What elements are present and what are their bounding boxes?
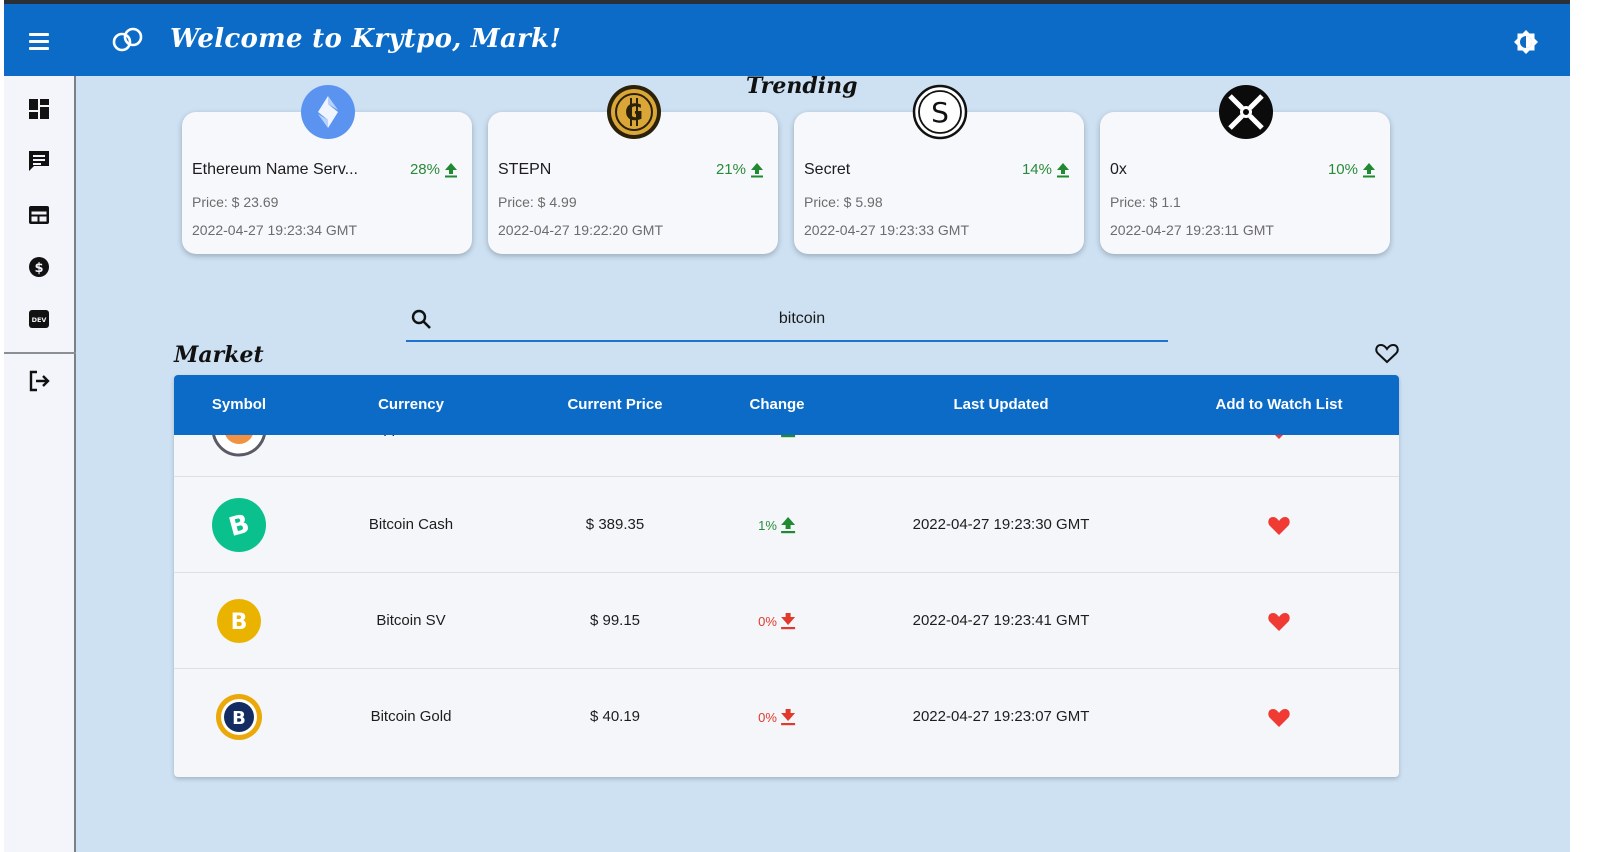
heart-outline-icon[interactable] [1374,341,1400,365]
change-value: 1% [758,435,796,477]
card-time: 2022-04-27 19:23:34 GMT [192,222,357,238]
change-value: 0% [758,573,796,669]
sidebar-divider [4,352,76,354]
arrow-up-icon [780,517,795,534]
card-price: Price: $ 4.99 [498,194,577,210]
table-row[interactable]: B Bitcoin SV $ 99.15 0% 2022-04-27 19:23… [174,573,1399,669]
trending-card[interactable]: 0x 10% Price: $ 1.1 2022-04-27 19:23:11 … [1100,85,1390,254]
table-row[interactable]: B Bitcoin Gold $ 40.19 0% 2022-04-27 19:… [174,669,1399,765]
heart-icon[interactable] [1267,514,1291,536]
table-row[interactable]: B Wrapped Bitcoin $ 49729 1% 2022-04-27 … [174,435,1399,477]
trending-card[interactable]: G STEPN 21% Price: $ 4.99 2022-04-27 19:… [488,85,778,254]
trending-title: Trending [746,73,858,99]
current-price: $ 389.35 [585,516,645,533]
card-price: Price: $ 5.98 [804,194,883,210]
column-header-currency[interactable]: Currency [378,375,444,435]
current-price: $ 40.19 [589,708,641,725]
zrx-icon [1219,85,1273,139]
table-header: Symbol Currency Current Price Change Las… [174,375,1399,435]
arrow-up-icon [780,435,795,438]
currency-name: Bitcoin Gold [370,708,452,725]
svg-text:S: S [931,96,949,129]
app-bar: Welcome to Krytpo, Mark! [4,4,1570,76]
table-body: B Wrapped Bitcoin $ 49729 1% 2022-04-27 … [174,435,1399,777]
currency-name: Bitcoin SV [376,612,446,629]
arrow-up-icon [1057,162,1069,177]
svg-text:B: B [231,610,248,635]
svg-text:DEV: DEV [32,316,47,324]
arrow-up-icon [445,162,457,177]
column-header-symbol[interactable]: Symbol [212,375,266,435]
secret-icon: S [912,84,968,140]
column-header-price[interactable]: Current Price [567,375,662,435]
card-coin-name: Secret [804,161,851,178]
arrow-up-icon [1363,162,1375,177]
menu-icon[interactable] [26,28,54,54]
market-table: Symbol Currency Current Price Change Las… [174,375,1399,777]
card-coin-name: 0x [1110,161,1127,178]
card-time: 2022-04-27 19:22:20 GMT [498,222,663,238]
heart-icon[interactable] [1267,706,1291,728]
card-time: 2022-04-27 19:23:11 GMT [1110,222,1274,238]
card-price: Price: $ 23.69 [192,194,279,210]
card-change: 14% [1022,161,1070,178]
column-header-updated[interactable]: Last Updated [953,375,1048,435]
logo-icon [112,27,143,52]
svg-text:$: $ [34,261,43,276]
svg-text:G: G [625,101,643,126]
card-time: 2022-04-27 19:23:33 GMT [804,222,969,238]
last-updated: 2022-04-27 19:23:41 GMT [912,612,1090,629]
wbtc-icon: B [212,435,266,457]
card-price: Price: $ 1.1 [1110,194,1181,210]
sidebar: $ DEV [4,76,76,852]
card-change: 21% [716,161,764,178]
change-value: 0% [758,669,796,765]
arrow-down-icon [780,613,795,630]
heart-icon[interactable] [1267,610,1291,632]
table-row[interactable]: B Bitcoin Cash $ 389.35 1% 2022-04-27 19… [174,477,1399,573]
app-frame: Welcome to Krytpo, Mark! $ DEV Trending … [4,0,1570,852]
search-input[interactable] [442,304,1162,334]
trending-card[interactable]: Ethereum Name Serv... 28% Price: $ 23.69… [182,85,472,254]
dashboard-icon[interactable] [26,96,52,122]
bch-icon: B [212,498,266,552]
currency-name: Wrapped Bitcoin [356,435,466,477]
svg-text:B: B [232,708,246,729]
currency-name: Bitcoin Cash [368,516,454,533]
current-price: $ 49729 [588,435,642,477]
change-value: 1% [758,477,796,573]
bsv-icon: B [217,599,261,643]
card-change: 10% [1328,161,1376,178]
table-layout-icon[interactable] [26,202,52,228]
btg-icon: B [216,694,262,740]
search-bar [406,298,1168,342]
last-updated: 2022-04-27 19:23:30 GMT [912,516,1090,533]
search-icon[interactable] [410,308,432,330]
chat-icon[interactable] [26,148,52,174]
arrow-up-icon [751,162,763,177]
theme-toggle-icon[interactable] [1512,28,1540,56]
ens-icon [301,85,355,139]
dev-badge-icon[interactable]: DEV [26,306,52,332]
card-coin-name: Ethereum Name Serv... [192,161,358,178]
last-updated: 2022-04-27 19:22:54 GMT [913,435,1090,477]
card-change: 28% [410,161,458,178]
stepn-icon: G [607,85,661,139]
current-price: $ 99.15 [589,612,641,629]
last-updated: 2022-04-27 19:23:07 GMT [912,708,1090,725]
app-title: Welcome to Krytpo, Mark! [170,24,562,54]
column-header-change[interactable]: Change [749,375,804,435]
market-title: Market [174,342,264,368]
heart-icon[interactable] [1267,435,1291,440]
logout-icon[interactable] [26,368,52,394]
arrow-down-icon [780,709,795,726]
currency-icon[interactable]: $ [26,254,52,280]
trending-card[interactable]: S Secret 14% Price: $ 5.98 2022-04-27 19… [794,84,1084,254]
column-header-watchlist[interactable]: Add to Watch List [1216,375,1343,435]
svg-text:B: B [233,435,245,439]
card-coin-name: STEPN [498,161,552,178]
